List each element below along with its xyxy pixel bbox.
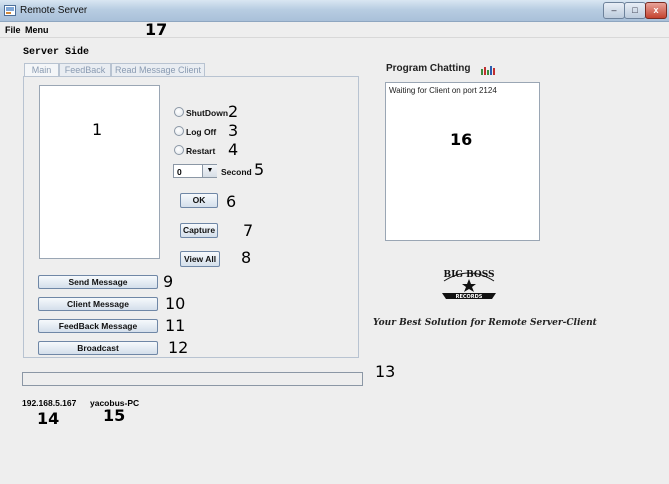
window-title: Remote Server [20,5,88,16]
server-side-label: Server Side [23,47,90,58]
app-icon [4,5,16,16]
annotation-3: 3 [228,121,239,140]
big-boss-records-logo: BIG BOSS RECORDS [434,263,504,303]
annotation-7: 7 [243,221,254,240]
close-button[interactable]: x [645,2,667,19]
logo-line1: BIG BOSS [443,270,494,280]
annotation-13: 13 [375,362,396,381]
menu-file[interactable]: File [5,25,21,35]
ok-button[interactable]: OK [180,193,218,208]
annotation-12: 12 [168,338,189,357]
maximize-button[interactable]: □ [624,2,646,19]
logo-line2: RECORDS [456,294,483,300]
annotation-15: 15 [103,406,126,425]
logoff-radio[interactable] [174,126,184,136]
menu-bar: File Menu [0,22,669,38]
equalizer-icon [480,65,496,75]
seconds-label: Second [221,167,252,177]
slogan-text: Your Best Solution for Remote Server-Cli… [373,318,597,328]
progress-bar [22,372,363,386]
annotation-9: 9 [163,272,174,291]
annotation-4: 4 [228,140,239,159]
annotation-11: 11 [165,316,186,335]
menu-menu[interactable]: Menu [25,25,49,35]
logoff-label: Log Off [186,127,217,137]
seconds-value: 0 [177,167,182,177]
annotation-1: 1 [92,120,103,139]
screen-preview-box[interactable] [39,85,160,259]
broadcast-button[interactable]: Broadcast [38,341,158,355]
restart-radio[interactable] [174,145,184,155]
feedback-message-button[interactable]: FeedBack Message [38,319,158,333]
seconds-select[interactable]: 0 ▼ [173,164,217,178]
annotation-8: 8 [241,248,252,267]
tab-main[interactable]: Main [24,63,59,76]
view-all-button[interactable]: View All [180,251,220,267]
shutdown-label: ShutDown [186,108,229,118]
annotation-17: 17 [145,20,168,39]
capture-button[interactable]: Capture [180,223,218,238]
minimize-button[interactable]: – [603,2,625,19]
restart-label: Restart [186,146,216,156]
ip-address: 192.168.5.167 [22,398,77,408]
annotation-16: 16 [450,130,473,149]
client-message-button[interactable]: Client Message [38,297,158,311]
tab-read-message-client[interactable]: Read Message Client [111,63,205,76]
annotation-14: 14 [37,409,60,428]
chat-message: Waiting for Client on port 2124 [389,86,497,95]
annotation-6: 6 [226,192,237,211]
shutdown-radio[interactable] [174,107,184,117]
annotation-2: 2 [228,102,239,121]
tab-feedback[interactable]: FeedBack [59,63,111,76]
annotation-5: 5 [254,160,265,179]
send-message-button[interactable]: Send Message [38,275,158,289]
chat-area[interactable]: Waiting for Client on port 2124 [385,82,540,241]
title-bar: Remote Server – □ x [0,0,669,22]
program-chatting-label: Program Chatting [386,63,471,74]
chevron-down-icon[interactable]: ▼ [202,165,217,177]
annotation-10: 10 [165,294,186,313]
